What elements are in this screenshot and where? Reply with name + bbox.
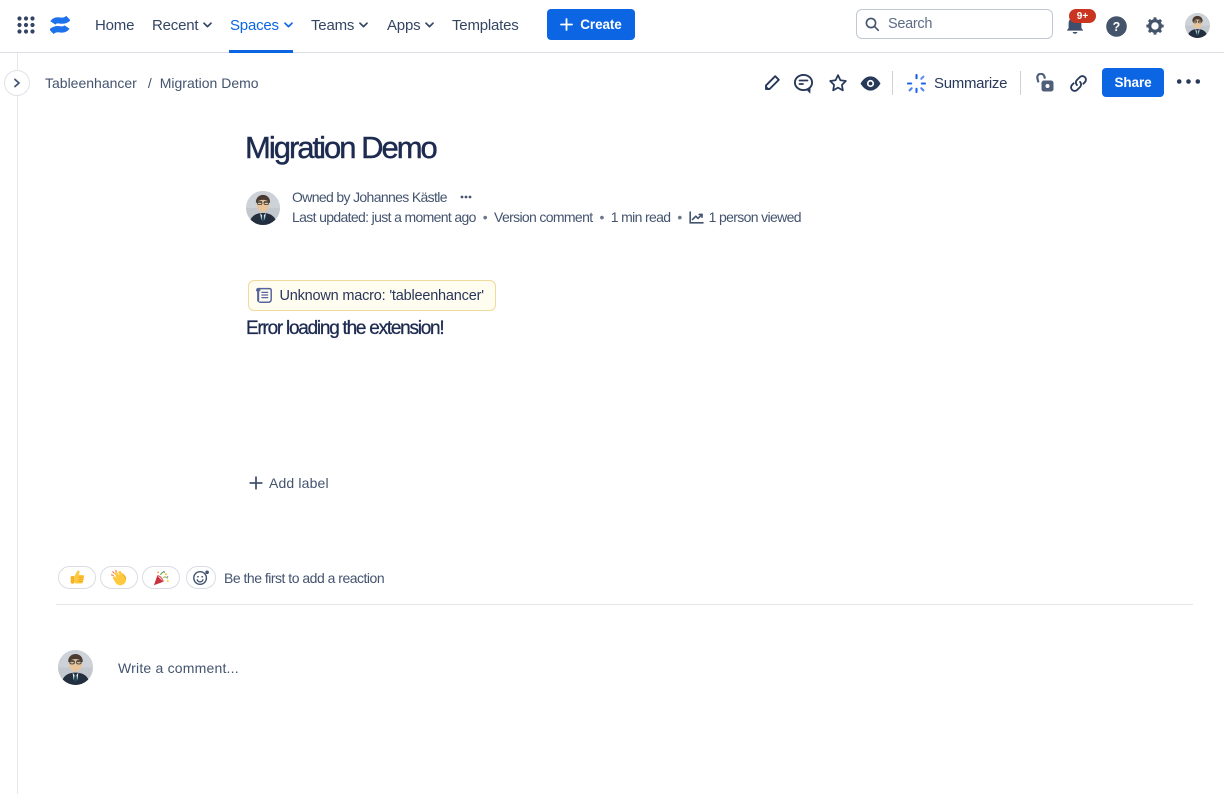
svg-text:?: ? bbox=[1113, 20, 1121, 34]
